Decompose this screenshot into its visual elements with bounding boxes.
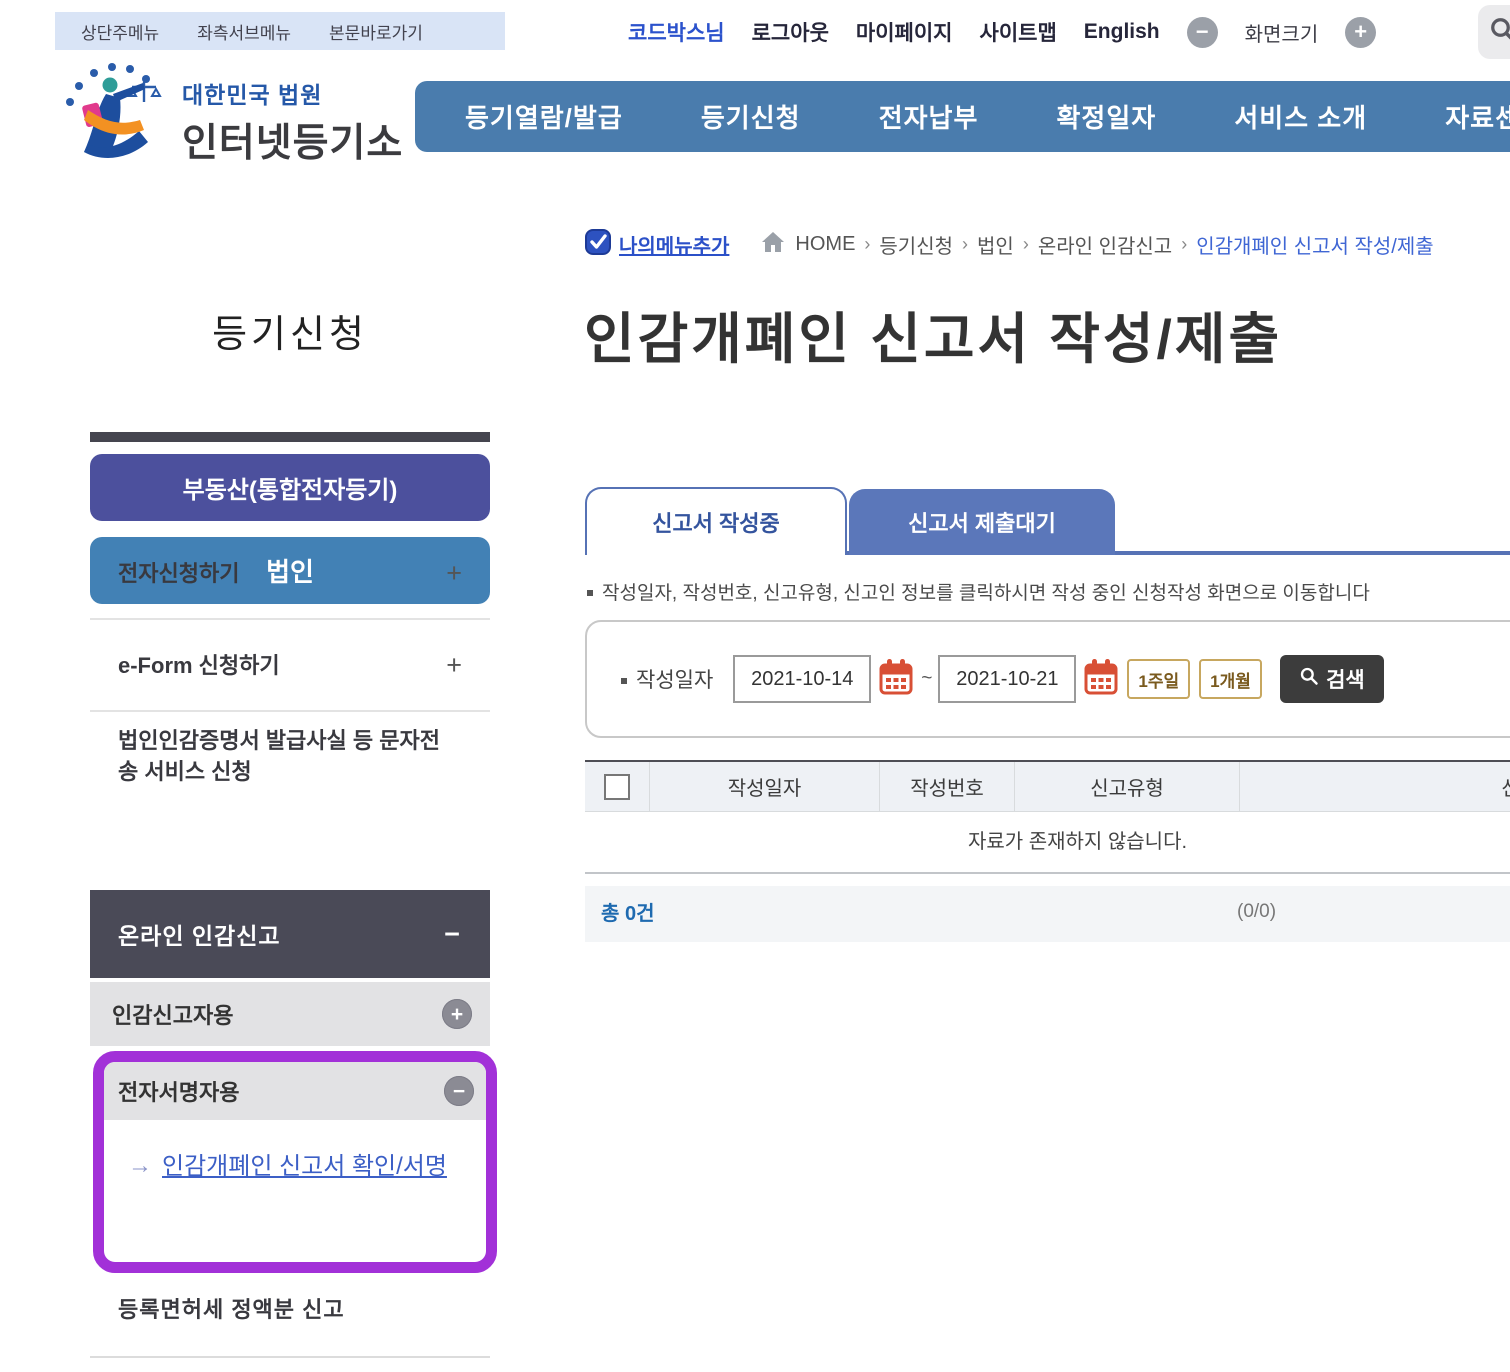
sidebar-button-realestate[interactable]: 부동산(통합전자등기) (90, 454, 490, 521)
username-link[interactable]: 코드박스님 (628, 17, 725, 47)
add-my-menu-button[interactable]: 나의메뉴추가 (584, 228, 729, 261)
nav-item-view-issue[interactable]: 등기열람/발급 (465, 98, 623, 135)
add-my-menu-label: 나의메뉴추가 (619, 230, 729, 259)
expand-plus-icon[interactable]: + (446, 558, 462, 589)
select-all-checkbox[interactable] (604, 774, 630, 800)
sidebar-link-confirm-sign[interactable]: 인감개폐인 신고서 확인/서명 (162, 1144, 476, 1190)
nav-item-epayment[interactable]: 전자납부 (879, 98, 979, 135)
report-table: 작성일자 작성번호 신고유형 신고인 정보 자료가 존재하지 않습니다. (585, 760, 1510, 874)
col-reporter-info: 신고인 정보 (1240, 762, 1510, 812)
date-range-tilde: ~ (921, 668, 932, 690)
collapse-minus-icon[interactable]: − (444, 1076, 474, 1106)
search-button-label: 검색 (1326, 664, 1365, 694)
utility-bar: 코드박스님 로그아웃 마이페이지 사이트맵 English − 화면크기 + (628, 13, 1376, 51)
expand-plus-icon[interactable]: + (446, 650, 462, 681)
sidebar-item-e-apply[interactable]: 전자신청하기 + (90, 528, 490, 618)
skip-link-content[interactable]: 본문바로가기 (329, 19, 423, 44)
calendar-icon[interactable] (879, 658, 913, 700)
crumb-separator: › (864, 234, 870, 255)
date-filter-box: 작성일자 ~ 1주일 1개월 검색 (585, 620, 1510, 738)
highlighted-menu-group: 전자서명자용 − → 인감개폐인 신고서 확인/서명 (93, 1051, 497, 1273)
global-nav: 등기열람/발급 등기신청 전자납부 확정일자 서비스 소개 자료센터 (415, 81, 1510, 152)
crumb-corporation[interactable]: 법인 (977, 230, 1014, 259)
logo-court-label: 대한민국 법원 (182, 76, 403, 110)
notice-text: 작성일자, 작성번호, 신고유형, 신고인 정보를 클릭하시면 작성 중인 신청… (585, 578, 1510, 605)
logo-site-label: 인터넷등기소 (182, 112, 403, 168)
col-report-type: 신고유형 (1015, 762, 1240, 812)
zoom-in-icon[interactable]: + (1345, 17, 1376, 48)
search-button[interactable]: 검색 (1280, 655, 1384, 703)
total-count: 총 0건 (601, 886, 654, 942)
site-search-button[interactable] (1478, 5, 1510, 59)
breadcrumb: 나의메뉴추가 HOME › 등기신청 › 법인 › 온라인 인감신고 › 인감개… (584, 226, 1434, 262)
crumb-home[interactable]: HOME (795, 233, 855, 256)
crumb-separator: › (962, 234, 968, 255)
sitemap-link[interactable]: 사이트맵 (980, 17, 1057, 47)
table-footer: 총 0건 (0/0) (585, 886, 1510, 942)
sidebar-divider (90, 1356, 490, 1358)
sidebar-item-seal-reporter[interactable]: 인감신고자용 + (90, 982, 490, 1046)
sidebar-item-license-tax[interactable]: 등록면허세 정액분 신고 (118, 1292, 345, 1324)
sidebar-item-eform-apply[interactable]: e-Form 신청하기 + (90, 620, 490, 710)
search-icon (1488, 15, 1510, 50)
sidebar-active-link-row: → 인감개폐인 신고서 확인/서명 (104, 1120, 486, 1190)
nav-item-service-intro[interactable]: 서비스 소개 (1234, 98, 1367, 135)
select-all-cell (585, 762, 650, 812)
table-empty-row: 자료가 존재하지 않습니다. (585, 812, 1510, 874)
crumb-registration[interactable]: 등기신청 (879, 230, 953, 259)
col-created-date: 작성일자 (650, 762, 880, 812)
page: 상단주메뉴 좌측서브메뉴 본문바로가기 코드박스님 로그아웃 마이페이지 사이트… (0, 0, 1510, 1372)
skip-links-bar: 상단주메뉴 좌측서브메뉴 본문바로가기 (55, 12, 505, 50)
zoom-out-icon[interactable]: − (1187, 17, 1218, 48)
home-icon (760, 230, 786, 259)
logout-link[interactable]: 로그아웃 (752, 17, 829, 47)
tab-draft-in-progress[interactable]: 신고서 작성중 (585, 487, 847, 555)
tab-waiting-submission[interactable]: 신고서 제출대기 (849, 489, 1115, 555)
date-to-input[interactable] (938, 655, 1076, 703)
crumb-current: 인감개폐인 신고서 작성/제출 (1196, 230, 1433, 259)
mypage-link[interactable]: 마이페이지 (856, 17, 953, 47)
empty-state-text: 자료가 존재하지 않습니다. (585, 812, 1510, 872)
expand-plus-icon[interactable]: + (442, 999, 472, 1029)
page-title: 인감개폐인 신고서 작성/제출 (584, 294, 1282, 374)
search-icon (1299, 666, 1319, 692)
crumb-online-seal[interactable]: 온라인 인감신고 (1038, 230, 1172, 259)
crumb-separator: › (1181, 234, 1187, 255)
nav-item-resource-center[interactable]: 자료센터 (1445, 98, 1510, 135)
check-badge-icon (584, 228, 612, 261)
site-logo[interactable]: 대한민국 법원 인터넷등기소 (56, 58, 416, 170)
english-link[interactable]: English (1084, 20, 1160, 44)
sidebar-section-online-seal[interactable]: 온라인 인감신고 − (90, 890, 490, 978)
sidebar-divider-bar (90, 432, 490, 442)
calendar-icon[interactable] (1084, 658, 1118, 700)
one-week-button[interactable]: 1주일 (1127, 659, 1190, 699)
col-draft-number: 작성번호 (880, 762, 1015, 812)
collapse-minus-icon[interactable]: − (444, 919, 460, 950)
crumb-separator: › (1023, 234, 1029, 255)
table-header-row: 작성일자 작성번호 신고유형 신고인 정보 (585, 760, 1510, 812)
sidebar-item-e-signer[interactable]: 전자서명자용 − (104, 1062, 486, 1120)
date-from-input[interactable] (733, 655, 871, 703)
filter-label: 작성일자 (619, 664, 713, 694)
one-month-button[interactable]: 1개월 (1199, 659, 1262, 699)
sidebar-item-sms-service[interactable]: 법인인감증명서 발급사실 등 문자전송 서비스 신청 (90, 712, 490, 800)
skip-link-side-menu[interactable]: 좌측서브메뉴 (197, 19, 291, 44)
skip-link-top-menu[interactable]: 상단주메뉴 (81, 19, 159, 44)
arrow-right-icon: → (128, 1144, 152, 1190)
nav-item-fixed-date[interactable]: 확정일자 (1057, 98, 1157, 135)
pagination: (0/0) (1237, 886, 1276, 938)
sidebar-title: 등기신청 (90, 303, 490, 358)
screen-size-label: 화면크기 (1245, 18, 1319, 47)
court-justice-figure-icon (56, 58, 174, 170)
nav-item-registration[interactable]: 등기신청 (701, 98, 801, 135)
